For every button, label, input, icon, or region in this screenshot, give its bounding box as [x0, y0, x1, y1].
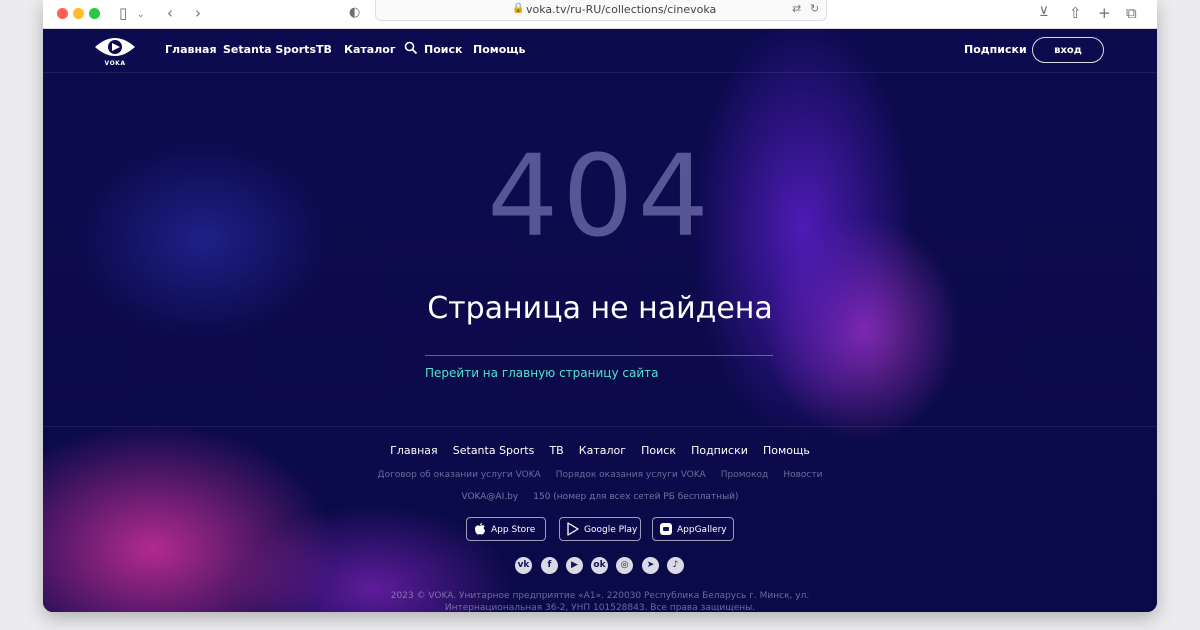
tabs-overview-icon[interactable]: ⧉ [1126, 4, 1137, 22]
nav-setanta-sports[interactable]: Setanta Sports [223, 43, 316, 56]
youtube-icon[interactable]: ▶ [566, 557, 583, 574]
home-page-link[interactable]: Перейти на главную страницу сайта [425, 366, 658, 380]
chevron-down-icon[interactable]: ⌄ [137, 6, 145, 24]
google-play-button[interactable]: Google Play [559, 517, 641, 541]
odnoklassniki-icon[interactable]: ok [591, 557, 608, 574]
error-title: Страница не найдена [427, 291, 773, 326]
address-bar[interactable]: 🔒 voka.tv/ru-RU/collections/cinevoka ⇄ ↻ [375, 0, 827, 21]
page-content: VOKA Главная Setanta Sports ТВ Каталог П… [43, 29, 1157, 612]
voka-logo[interactable]: VOKA [93, 35, 137, 69]
footer-link-contract[interactable]: Договор об оказании услуги VOKA [378, 470, 541, 480]
login-button[interactable]: вход [1032, 37, 1104, 63]
apple-icon [475, 522, 485, 535]
social-links: vk f ▶ ok ◎ ➤ ♪ [43, 557, 1157, 575]
footer-link-catalog[interactable]: Каталог [579, 444, 626, 457]
footer-email[interactable]: VOKA@AI.by [461, 492, 518, 502]
share-icon[interactable]: ⇧ [1069, 4, 1082, 22]
tiktok-icon[interactable]: ♪ [667, 557, 684, 574]
logo-text: VOKA [104, 60, 126, 67]
footer-link-service-order[interactable]: Порядок оказания услуги VOKA [556, 470, 706, 480]
copyright-line-1: 2023 © VOKA. Унитарное предприятие «А1».… [390, 591, 810, 601]
nav-tv[interactable]: ТВ [316, 43, 332, 56]
footer-link-tv[interactable]: ТВ [549, 444, 563, 457]
nav-help[interactable]: Помощь [473, 43, 525, 56]
footer-link-search[interactable]: Поиск [641, 444, 676, 457]
sidebar-toggle-icon[interactable]: ▯ [119, 4, 127, 22]
footer-contacts: VOKA@AI.by 150 (номер для всех сетей РБ … [43, 484, 1157, 503]
download-icon[interactable]: ⊻ [1039, 4, 1049, 22]
footer-link-subscriptions[interactable]: Подписки [691, 444, 748, 457]
footer-link-news[interactable]: Новости [783, 470, 822, 480]
forward-icon[interactable]: › [195, 4, 201, 22]
browser-toolbar: ▯ ⌄ ‹ › ◐ 🔒 voka.tv/ru-RU/collections/ci… [43, 0, 1157, 29]
facebook-icon[interactable]: f [541, 557, 558, 574]
google-play-icon [567, 522, 579, 536]
footer-navigation: Главная Setanta Sports ТВ Каталог Поиск … [43, 439, 1157, 458]
google-play-label: Google Play [584, 525, 638, 535]
close-window-button[interactable] [57, 8, 68, 19]
nav-search[interactable]: Поиск [424, 43, 462, 56]
nav-catalog[interactable]: Каталог [344, 43, 396, 56]
footer-phone: 150 (номер для всех сетей РБ бесплатный) [533, 492, 739, 502]
search-icon[interactable] [404, 41, 418, 55]
app-store-label: App Store [491, 525, 536, 535]
footer-divider [43, 426, 1157, 427]
vk-icon[interactable]: vk [515, 557, 532, 574]
nav-subscriptions[interactable]: Подписки [964, 43, 1027, 56]
footer-link-help[interactable]: Помощь [763, 444, 810, 457]
appgallery-label: AppGallery [677, 525, 727, 535]
translate-icon[interactable]: ⇄ [792, 2, 801, 15]
url-text: voka.tv/ru-RU/collections/cinevoka [526, 3, 717, 16]
new-tab-icon[interactable]: + [1098, 4, 1111, 22]
nav-home[interactable]: Главная [165, 43, 217, 56]
telegram-icon[interactable]: ➤ [642, 557, 659, 574]
instagram-icon[interactable]: ◎ [616, 557, 633, 574]
footer-link-home[interactable]: Главная [390, 444, 438, 457]
back-icon[interactable]: ‹ [167, 4, 173, 22]
divider [425, 355, 773, 356]
footer-documents: Договор об оказании услуги VOKA Порядок … [43, 462, 1157, 481]
eye-logo-icon [95, 38, 135, 56]
copyright: 2023 © VOKA. Унитарное предприятие «А1».… [43, 590, 1157, 612]
browser-window: ▯ ⌄ ‹ › ◐ 🔒 voka.tv/ru-RU/collections/ci… [43, 0, 1157, 612]
appgallery-button[interactable]: AppGallery [652, 517, 734, 541]
footer-link-setanta[interactable]: Setanta Sports [453, 444, 535, 457]
copyright-line-2: Интернациональная 36-2, УНП 101528843. В… [444, 603, 756, 612]
privacy-shield-icon[interactable]: ◐ [349, 4, 360, 22]
lock-icon: 🔒 [512, 3, 525, 14]
app-store-buttons: App Store Google Play AppGallery [43, 517, 1157, 543]
app-store-button[interactable]: App Store [466, 517, 546, 541]
error-code: 404 [487, 132, 713, 262]
reload-icon[interactable]: ↻ [810, 2, 819, 15]
huawei-appgallery-icon [660, 523, 672, 535]
minimize-window-button[interactable] [73, 8, 84, 19]
top-navigation: VOKA Главная Setanta Sports ТВ Каталог П… [43, 29, 1157, 73]
zoom-window-button[interactable] [89, 8, 100, 19]
footer-link-promocode[interactable]: Промокод [721, 470, 768, 480]
